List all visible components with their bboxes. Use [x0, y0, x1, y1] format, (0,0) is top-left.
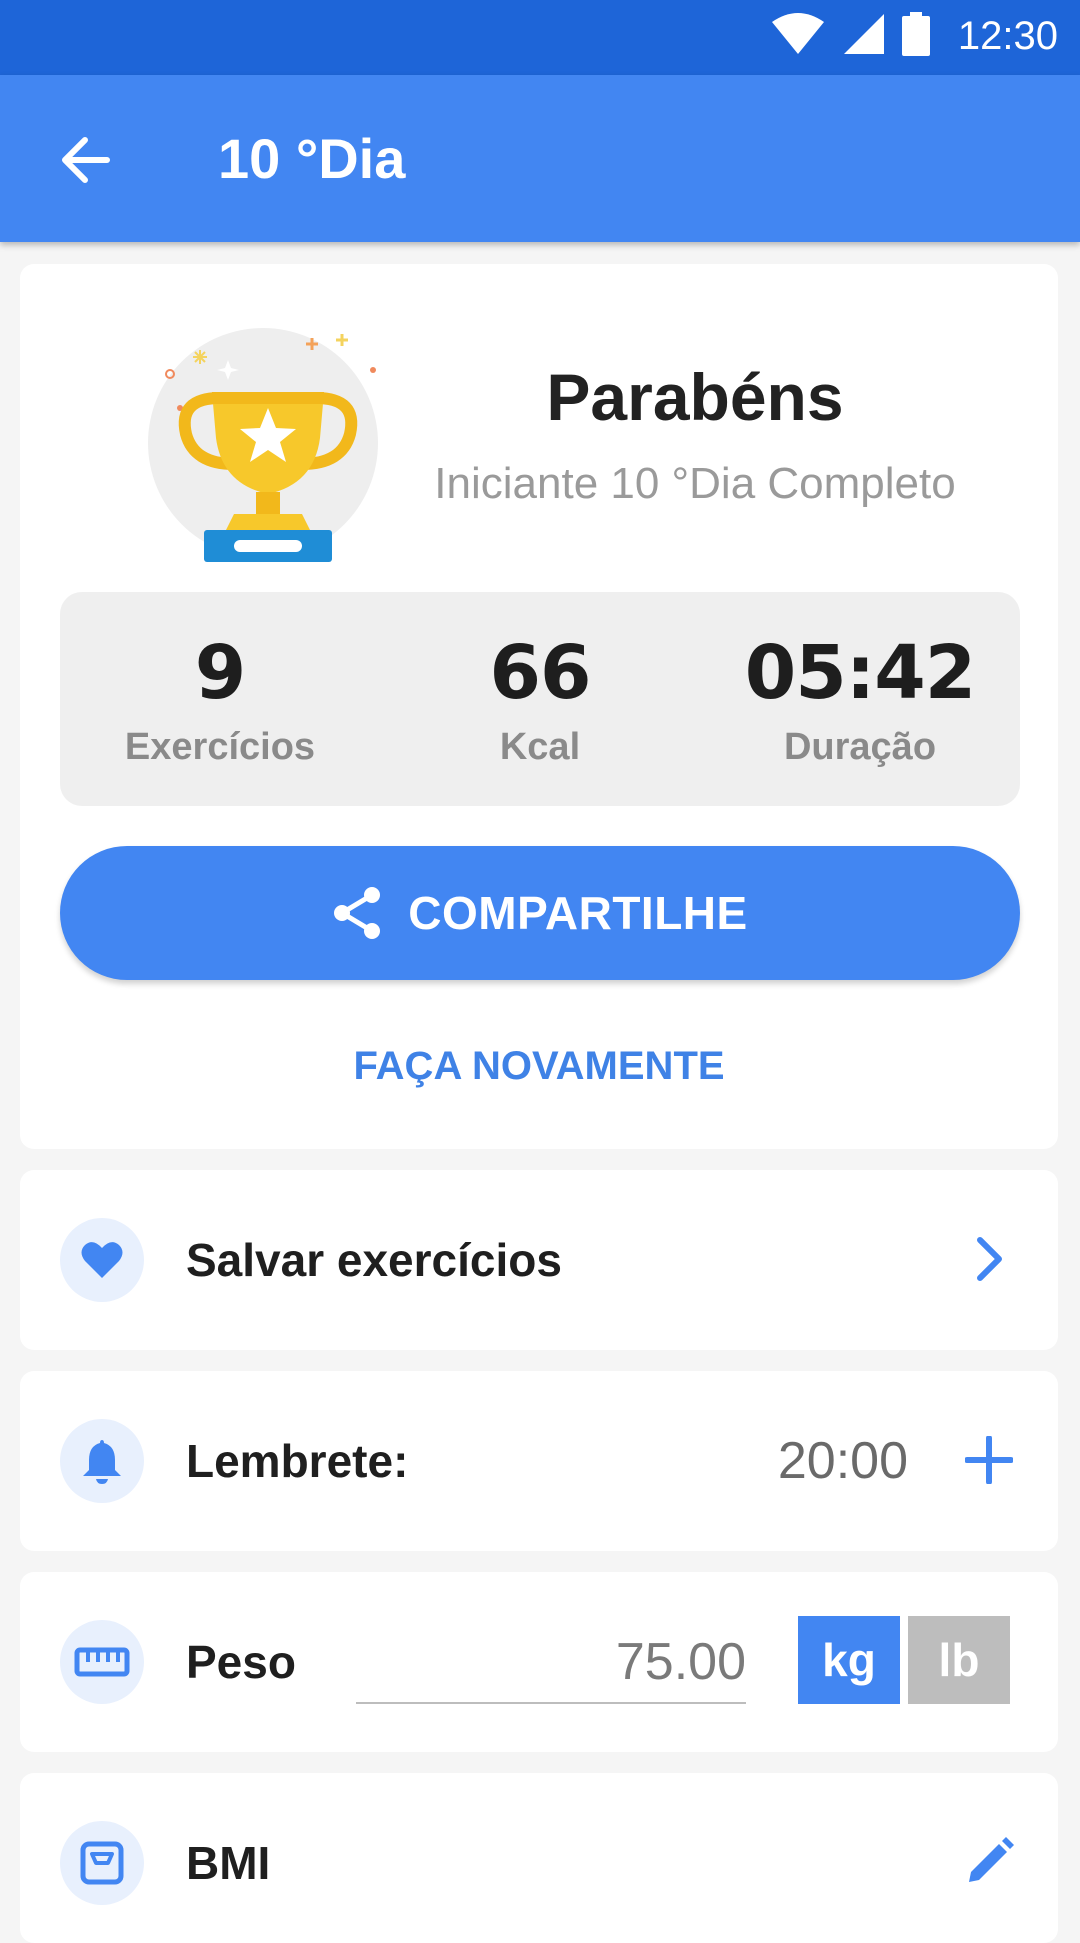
scale-icon: [80, 1841, 124, 1885]
ruler-icon: [74, 1647, 130, 1677]
summary-card: Parabéns Iniciante 10 °Dia Completo 9 Ex…: [20, 264, 1058, 1149]
bell-icon: [83, 1440, 121, 1484]
weight-label: Peso: [186, 1636, 296, 1688]
stat-value: 05:42: [744, 630, 977, 716]
weight-input[interactable]: [356, 1622, 746, 1704]
trophy-icon: [165, 334, 376, 562]
stat-value: 9: [194, 630, 247, 716]
bmi-row: BMI: [20, 1773, 1058, 1943]
congrats-subtitle: Iniciante 10 °Dia Completo: [434, 459, 956, 508]
pencil-icon: [969, 1837, 1014, 1882]
status-time: 12:30: [957, 14, 1058, 58]
save-workouts-row[interactable]: Salvar exercícios: [20, 1170, 1058, 1350]
stat-value: 66: [489, 630, 592, 716]
stat-label: Exercícios: [124, 726, 316, 768]
stats-panel: 9 Exercícios 66 Kcal 05:42 Duração: [60, 592, 1020, 806]
do-again-button[interactable]: FAÇA NOVAMENTE: [20, 1044, 1058, 1089]
bmi-label: BMI: [186, 1837, 271, 1889]
stat-kcal: 66 Kcal: [380, 632, 700, 769]
back-button[interactable]: [50, 125, 120, 195]
stat-label: Kcal: [499, 726, 581, 768]
edit-bmi-button[interactable]: [954, 1827, 1024, 1897]
signal-icon: [844, 14, 884, 54]
stat-exercises: 9 Exercícios: [60, 632, 380, 769]
share-icon: [334, 887, 381, 939]
status-icons: [770, 12, 930, 56]
reminder-row: Lembrete: 20:00: [20, 1371, 1058, 1551]
plus-icon: [965, 1436, 1013, 1484]
chevron-right-icon: [977, 1237, 1002, 1281]
share-label: COMPARTILHE: [408, 887, 748, 939]
unit-lb-button[interactable]: lb: [908, 1616, 1010, 1704]
share-button[interactable]: COMPARTILHE: [60, 846, 1020, 980]
stat-duration: 05:42 Duração: [700, 632, 1020, 769]
ruler-icon-circle: [60, 1620, 144, 1704]
status-bar: 12:30: [0, 0, 1080, 75]
page-title: 10 °Dia: [218, 127, 406, 190]
trophy-badge: [138, 308, 378, 562]
wifi-icon: [772, 13, 824, 54]
app-bar: 10 °Dia: [0, 75, 1080, 242]
arrow-left-icon: [62, 137, 110, 183]
unit-kg-button[interactable]: kg: [798, 1616, 900, 1704]
reminder-label: Lembrete:: [186, 1435, 409, 1487]
congrats-title: Parabéns: [546, 360, 844, 434]
bell-icon-circle: [60, 1419, 144, 1503]
weight-row: Peso kg lb: [20, 1572, 1058, 1752]
add-reminder-button[interactable]: [954, 1425, 1024, 1495]
scale-icon-circle: [60, 1821, 144, 1905]
save-workouts-label: Salvar exercícios: [186, 1234, 562, 1286]
stat-label: Duração: [783, 726, 937, 768]
heart-icon: [81, 1242, 123, 1278]
reminder-time[interactable]: 20:00: [778, 1431, 908, 1491]
heart-icon-circle: [60, 1218, 144, 1302]
chevron-button[interactable]: [954, 1224, 1024, 1294]
battery-icon: [902, 12, 930, 56]
